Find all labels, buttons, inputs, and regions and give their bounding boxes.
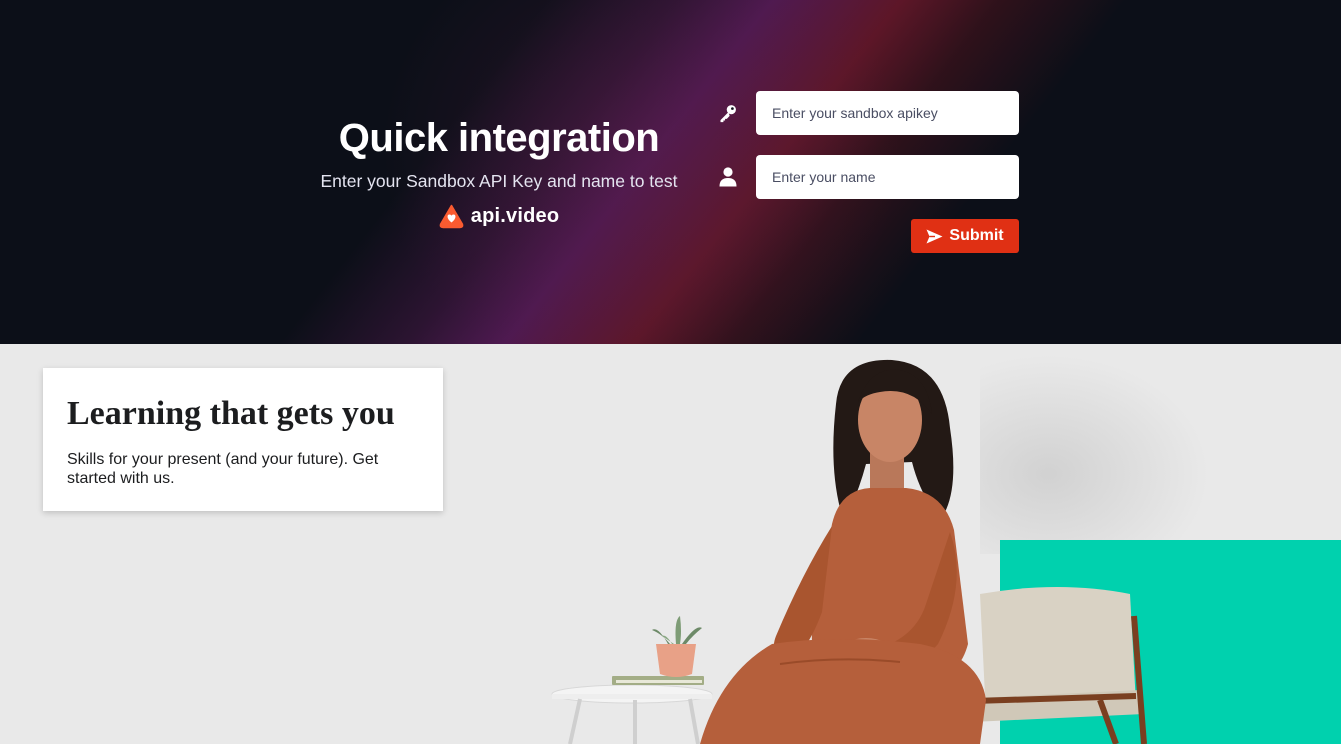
- brand-name: api.video: [470, 205, 560, 227]
- hero-text-block: Quick integration Enter your Sandbox API…: [300, 112, 698, 234]
- hero-subtitle: Enter your Sandbox API Key and name to t…: [320, 171, 678, 191]
- promo-card: Learning that gets you Skills for your p…: [43, 368, 443, 511]
- woman-seated-illustration: [551, 359, 1147, 744]
- api-video-logo-icon: [439, 204, 464, 229]
- side-table: [551, 676, 713, 744]
- apikey-input[interactable]: [756, 91, 1019, 135]
- brand-logo-link[interactable]: api.video: [439, 204, 560, 229]
- submit-button[interactable]: Submit: [911, 219, 1019, 253]
- hero-section: Quick integration Enter your Sandbox API…: [0, 0, 1341, 344]
- promo-card-title: Learning that gets you: [67, 395, 395, 432]
- hero-title: Quick integration: [338, 116, 660, 160]
- submit-label: Submit: [949, 227, 1004, 244]
- key-icon: [714, 91, 742, 135]
- send-icon: [926, 229, 943, 243]
- apikey-row: [714, 91, 1019, 135]
- name-input[interactable]: [756, 155, 1019, 199]
- woman-figure: [700, 359, 986, 744]
- name-row: [714, 155, 1019, 199]
- user-icon: [714, 155, 742, 199]
- promo-card-text: Skills for your present (and your future…: [67, 451, 379, 487]
- promo-banner: Learning that gets you Skills for your p…: [0, 344, 1341, 744]
- potted-plant: [652, 616, 702, 677]
